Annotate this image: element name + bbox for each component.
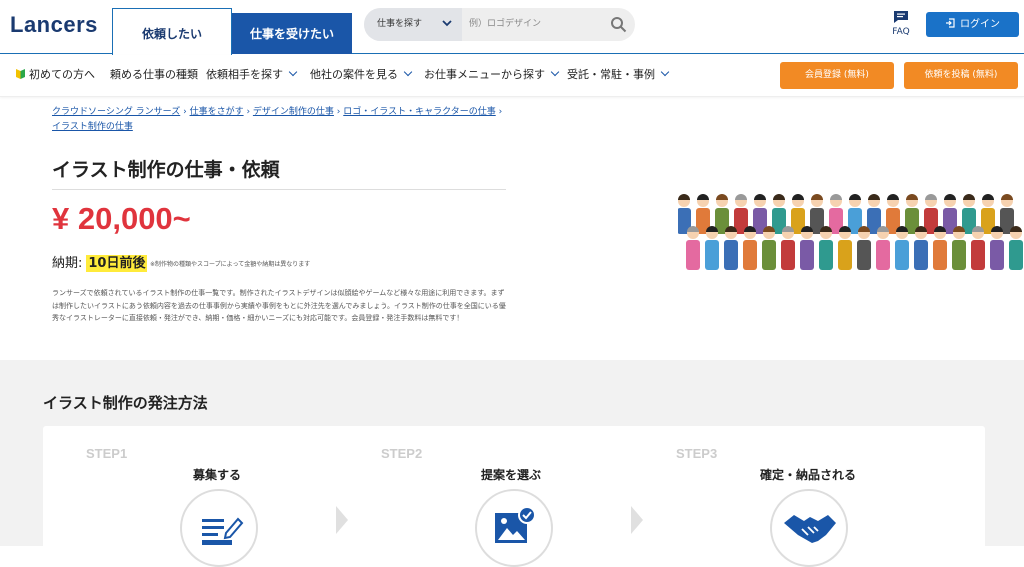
register-button[interactable]: 会員登録 (無料) — [780, 62, 894, 89]
deadline-value: 10日前後 — [86, 255, 148, 272]
step1-circle — [180, 489, 258, 567]
deadline: 納期: 10日前後 — [52, 252, 148, 272]
person-figure — [838, 226, 852, 270]
person-figure — [781, 226, 795, 270]
person-figure — [724, 226, 738, 270]
tab-request[interactable]: 依頼したい — [112, 8, 232, 55]
nav-label: 他社の案件を見る — [310, 68, 398, 81]
person-figure — [743, 226, 757, 270]
person-figure — [895, 226, 909, 270]
chat-bubble-icon — [894, 11, 908, 23]
beginner-mark-icon — [16, 69, 25, 79]
divider — [52, 189, 506, 190]
person-figure — [705, 226, 719, 270]
step-arrow — [631, 506, 643, 534]
process-section: イラスト制作の発注方法 STEP1 募集する STEP2 提案を選ぶ STEP3… — [0, 360, 1024, 567]
person-figure — [686, 226, 700, 270]
chevron-down-icon — [550, 67, 560, 77]
page-title: イラスト制作の仕事・依頼 — [52, 159, 280, 181]
person-figure — [914, 226, 928, 270]
step-arrow — [336, 506, 348, 534]
person-figure — [857, 226, 871, 270]
chevron-down-icon — [403, 67, 413, 77]
person-figure — [971, 226, 985, 270]
breadcrumb: クラウドソーシング ランサーズ › 仕事をさがす › デザイン制作の仕事 › ロ… — [52, 107, 503, 117]
step2-circle — [475, 489, 553, 567]
step3-label: STEP3 — [676, 446, 718, 461]
step3-circle — [770, 489, 848, 567]
deadline-label: 納期: — [52, 256, 83, 271]
nav-label: 受託・常駐・事例 — [567, 68, 655, 81]
person-figure — [800, 226, 814, 270]
person-figure — [819, 226, 833, 270]
price: ¥ 20,000~ — [52, 201, 191, 236]
faq-label: FAQ — [892, 27, 910, 37]
chevron-down-icon — [660, 67, 670, 77]
breadcrumb-item[interactable]: デザイン制作の仕事 — [253, 107, 334, 117]
step1-title: 募集する — [193, 468, 242, 482]
nav-item-beginners[interactable]: 初めての方へ — [16, 55, 95, 97]
document-pen-icon — [202, 517, 244, 545]
nav-item-contract[interactable]: 受託・常駐・事例 — [567, 55, 670, 97]
breadcrumb-item[interactable]: イラスト制作の仕事 — [52, 122, 133, 132]
post-request-button[interactable]: 依頼を投稿 (無料) — [904, 62, 1018, 89]
breadcrumb-item[interactable]: ロゴ・イラスト・キャラクターの仕事 — [343, 107, 495, 117]
nav-item-work-menu[interactable]: お仕事メニューから探す — [424, 55, 560, 97]
step3-title: 確定・納品される — [760, 468, 857, 482]
person-figure — [1009, 226, 1023, 270]
step1-label: STEP1 — [86, 446, 128, 461]
nav-label: お仕事メニューから探す — [424, 68, 545, 81]
tab-work[interactable]: 仕事を受けたい — [232, 13, 352, 54]
person-figure — [762, 226, 776, 270]
nav-label: 依頼相手を探す — [206, 68, 283, 81]
people-illustration — [678, 194, 1023, 270]
breadcrumb-item[interactable]: 仕事をさがす — [190, 107, 244, 117]
nav-item-find-partner[interactable]: 依頼相手を探す — [206, 55, 298, 97]
login-button[interactable]: ログイン — [926, 12, 1019, 37]
chevron-down-icon — [288, 67, 298, 77]
search-input[interactable]: 例）ロゴデザイン — [469, 8, 541, 41]
search-bar: 仕事を探す 例）ロゴデザイン — [364, 8, 635, 41]
nav-item-other-projects[interactable]: 他社の案件を見る — [310, 55, 413, 97]
nav-item-work-types[interactable]: 頼める仕事の種類 — [110, 55, 198, 97]
lancers-logo[interactable]: Lancers — [10, 12, 98, 38]
step2-title: 提案を選ぶ — [481, 468, 542, 482]
handshake-icon — [784, 515, 836, 543]
deadline-note: ※制作物の種類やスコープによって金額や納期は異なります — [150, 261, 311, 268]
person-figure — [876, 226, 890, 270]
breadcrumb-current: イラスト制作の仕事 — [52, 119, 133, 132]
person-figure — [990, 226, 1004, 270]
nav-label: 初めての方へ — [29, 68, 95, 81]
step2-label: STEP2 — [381, 446, 423, 461]
breadcrumb-item[interactable]: クラウドソーシング ランサーズ — [52, 107, 180, 117]
description: ランサーズで依頼されているイラスト制作の仕事一覧です。制作されたイラストデザイン… — [52, 289, 506, 322]
login-label: ログイン — [960, 19, 1000, 30]
chevron-down-icon — [442, 20, 452, 27]
section-heading: イラスト制作の発注方法 — [43, 394, 208, 412]
nav-label: 頼める仕事の種類 — [110, 68, 198, 81]
login-icon — [946, 18, 955, 28]
search-icon[interactable] — [610, 16, 627, 33]
site-header: Lancers 依頼したい 仕事を受けたい 仕事を探す 例）ロゴデザイン FAQ… — [0, 0, 1024, 55]
steps-card: STEP1 募集する STEP2 提案を選ぶ STEP3 確定・納品される — [43, 426, 985, 567]
faq-link[interactable]: FAQ — [888, 10, 914, 37]
person-figure — [952, 226, 966, 270]
person-figure — [933, 226, 947, 270]
